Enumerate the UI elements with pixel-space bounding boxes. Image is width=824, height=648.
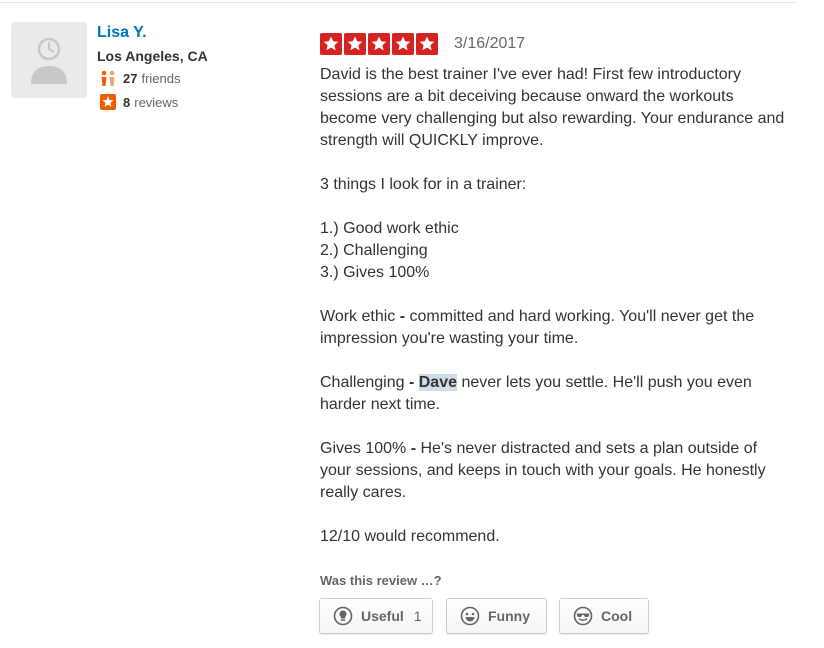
- user-avatar[interactable]: [11, 22, 87, 98]
- review-body: David is the best trainer I've ever had!…: [320, 64, 790, 570]
- funny-label: Funny: [488, 608, 530, 624]
- rating-star: [416, 33, 438, 55]
- rating-star: [368, 33, 390, 55]
- reviews-count: 8: [123, 94, 131, 110]
- star-badge-icon: [99, 93, 117, 111]
- review-date: 3/16/2017: [454, 35, 526, 52]
- rating-star: [392, 33, 414, 55]
- rating-star: [320, 33, 342, 55]
- reviews-stat: 8 reviews: [99, 93, 178, 111]
- vote-prompt: Was this review …?: [320, 573, 442, 588]
- friends-stat: 27 friends: [99, 69, 181, 87]
- friends-icon: [99, 69, 117, 87]
- cool-label: Cool: [601, 608, 633, 624]
- star-icon: [371, 36, 387, 51]
- cool-button[interactable]: Cool: [559, 598, 649, 634]
- separator: -: [410, 440, 417, 457]
- default-user-icon: [31, 37, 67, 84]
- review-paragraph: David is the best trainer I've ever had!…: [320, 66, 785, 149]
- star-icon: [347, 36, 363, 51]
- rating-star: [344, 33, 366, 55]
- friends-count: 27: [123, 70, 138, 86]
- user-name-link[interactable]: Lisa Y.: [97, 24, 147, 42]
- user-location: Los Angeles, CA: [97, 48, 208, 64]
- star-icon: [395, 36, 411, 51]
- review-paragraph: Work ethic - committed and hard working.…: [320, 306, 790, 350]
- star-icon: [419, 36, 435, 51]
- review-paragraph: 12/10 would recommend.: [320, 528, 500, 545]
- list-item: 2.) Challenging: [320, 242, 428, 259]
- list-item: 3.) Gives 100%: [320, 264, 430, 281]
- review-list: 1.) Good work ethic 2.) Challenging 3.) …: [320, 218, 790, 284]
- smiley-icon: [460, 606, 480, 626]
- paragraph-label: Work ethic: [320, 308, 396, 325]
- review-paragraph: 3 things I look for in a trainer:: [320, 176, 527, 193]
- reviews-label: reviews: [134, 94, 179, 110]
- highlighted-term: Dave: [418, 374, 457, 391]
- separator: -: [408, 374, 415, 391]
- paragraph-label: Gives 100%: [320, 440, 407, 457]
- sunglasses-icon: [573, 606, 593, 626]
- funny-button[interactable]: Funny: [446, 598, 547, 634]
- star-icon: [323, 36, 339, 51]
- star-rating: [320, 33, 438, 55]
- paragraph-label: Challenging: [320, 374, 405, 391]
- useful-count: 1: [413, 608, 422, 624]
- top-divider: [0, 2, 797, 3]
- friends-label: friends: [141, 70, 181, 86]
- useful-label: Useful: [361, 608, 404, 624]
- lightbulb-icon: [333, 606, 353, 626]
- review-paragraph: Gives 100% - He's never distracted and s…: [320, 438, 790, 504]
- separator: -: [399, 308, 406, 325]
- list-item: 1.) Good work ethic: [320, 220, 459, 237]
- review-paragraph: Challenging - Dave never lets you settle…: [320, 372, 790, 416]
- useful-button[interactable]: Useful 1: [319, 598, 433, 634]
